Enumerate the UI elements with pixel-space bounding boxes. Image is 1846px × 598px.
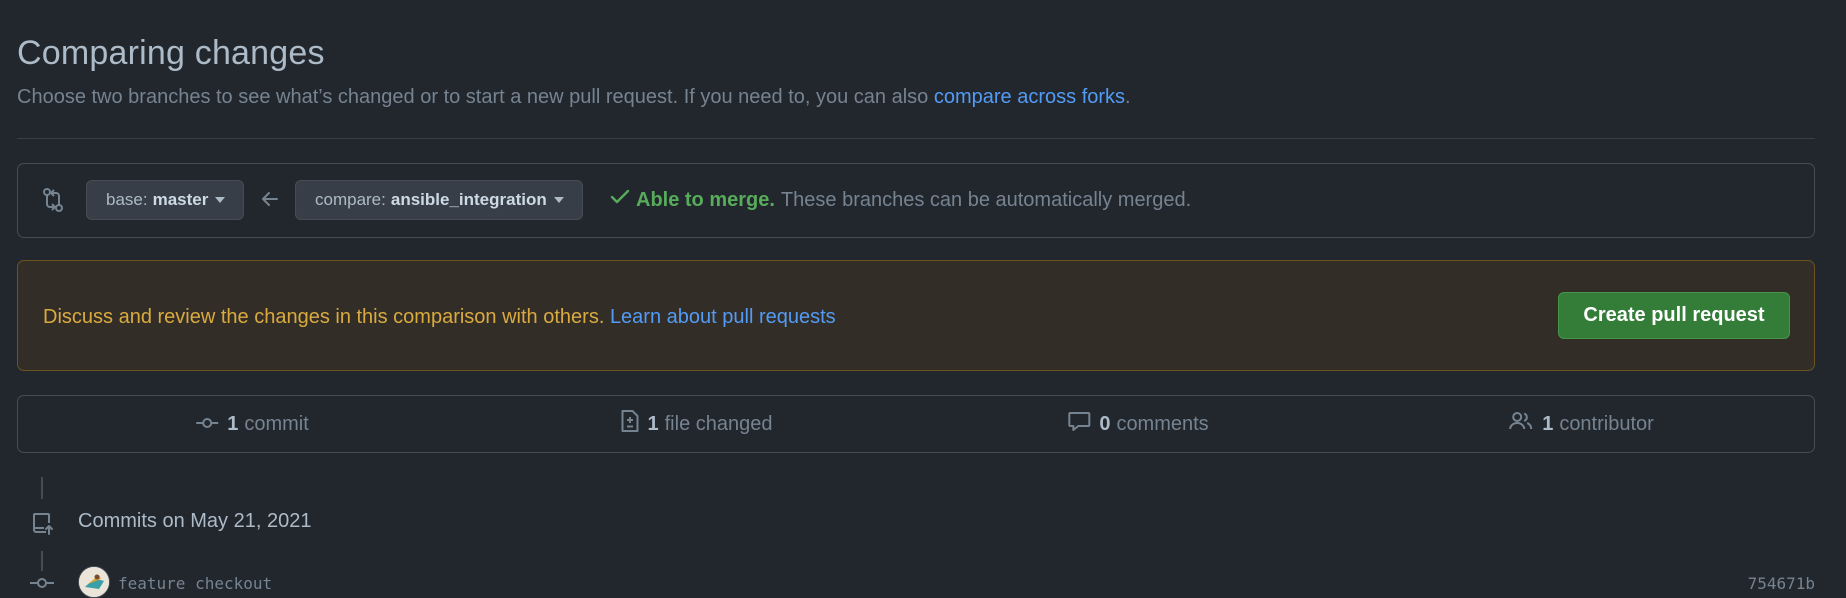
compare-across-forks-link[interactable]: compare across forks [934,86,1125,108]
banner-message: Discuss and review the changes in this c… [43,306,610,328]
page-title: Comparing changes [17,34,325,72]
files-label: file changed [664,412,773,435]
compare-prefix: compare: [315,190,386,209]
subtitle-text: Choose two branches to see what’s change… [17,86,934,108]
merge-status: Able to merge. These branches can be aut… [610,188,1191,212]
base-branch-name: master [152,190,209,209]
commit-sha-link[interactable]: 754671b [1748,574,1815,593]
timeline-line [41,551,43,571]
comments-label: comments [1116,412,1209,435]
repo-push-icon [32,512,54,541]
git-commit-icon [29,576,55,595]
commits-label: commit [244,412,309,435]
comment-icon [1067,410,1093,438]
divider [17,138,1815,139]
arrow-left-icon [261,191,279,212]
file-diff-icon [620,409,642,439]
banner-text: Discuss and review the changes in this c… [43,306,836,329]
base-branch-button[interactable]: base: master [86,180,245,220]
comments-tab[interactable]: 0 comments [1067,396,1209,452]
contributors-label: contributor [1559,412,1654,435]
git-compare-icon [42,188,64,217]
files-changed-tab[interactable]: 1 file changed [620,396,773,452]
compare-page: Comparing changes Choose two branches to… [0,0,1846,598]
page-subtitle: Choose two branches to see what’s change… [17,86,1131,109]
comparison-summary: 1 commit 1 file changed 0 comments 1 con… [17,395,1815,453]
chevron-down-icon [215,197,226,203]
files-count: 1 [647,412,659,435]
base-prefix: base: [106,190,148,209]
comments-count: 0 [1099,412,1111,435]
compare-branch-button[interactable]: compare: ansible_integration [295,180,583,220]
range-editor: base: master compare: ansible_integratio… [17,163,1815,238]
merge-ok-text: Able to merge. [636,188,775,211]
check-icon [610,188,630,212]
git-commit-icon [195,413,221,436]
commit-message-link[interactable]: feature checkout [118,574,272,593]
subtitle-end: . [1125,86,1131,108]
learn-about-pull-requests-link[interactable]: Learn about pull requests [610,306,836,328]
people-icon [1508,410,1536,438]
timeline-line [41,477,43,499]
commits-count: 1 [227,412,239,435]
avatar[interactable] [78,566,110,598]
commits-tab[interactable]: 1 commit [195,396,309,452]
merge-description: These branches can be automatically merg… [780,188,1192,211]
contributors-count: 1 [1542,412,1554,435]
chevron-down-icon [553,197,564,203]
create-pull-request-button[interactable]: Create pull request [1558,292,1790,339]
contributors-tab[interactable]: 1 contributor [1508,396,1654,452]
compare-branch-name: ansible_integration [390,190,547,209]
pull-request-banner: Discuss and review the changes in this c… [17,260,1815,371]
commits-date-heading: Commits on May 21, 2021 [78,510,312,532]
